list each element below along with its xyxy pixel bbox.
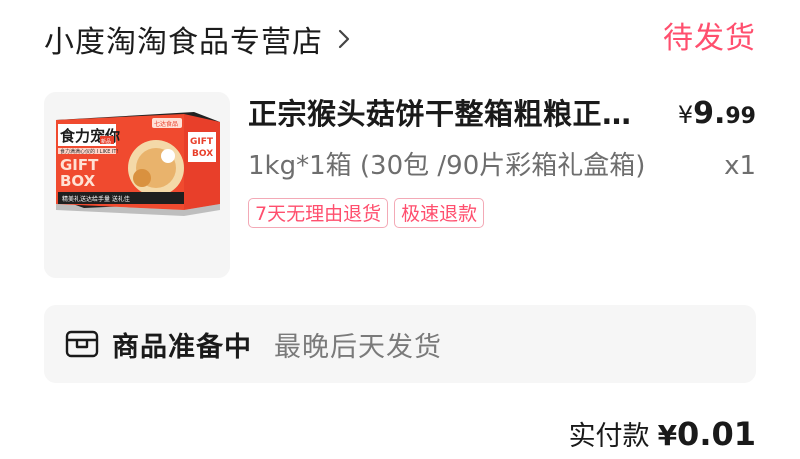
product-title[interactable]: 正宗猴头菇饼干整箱粗粮正… <box>248 92 648 136</box>
store-header[interactable]: 小度淘淘食品专营店 <box>44 18 355 60</box>
tag-7day-return: 7天无理由退货 <box>248 198 389 228</box>
thumb-subline: 食力满满心仪的 I LIKE IT! <box>60 148 118 155</box>
thumb-footer: 精美礼送达给手量 送礼佳 <box>62 195 130 203</box>
store-name[interactable]: 小度淘淘食品专营店 <box>44 17 323 61</box>
shipping-status-box[interactable]: 商品准备中 最晚后天发货 <box>44 305 756 383</box>
thumb-box: BOX <box>60 172 96 190</box>
thumb-badge: 新品 <box>101 138 111 145</box>
thumb-side-box: BOX <box>192 149 213 159</box>
order-card: 小度淘淘食品专营店 待发货 食力宠你 食力满满心仪的 I LIKE IT! GI… <box>0 0 800 457</box>
service-tags: 7天无理由退货 极速退款 <box>248 198 485 228</box>
thumb-side-gift: GIFT <box>190 137 214 147</box>
total-value: 0.01 <box>677 415 756 453</box>
price-decimal: 99 <box>725 104 756 129</box>
shipping-status-subtitle: 最晚后天发货 <box>274 331 442 363</box>
total-label: 实付款 <box>568 421 650 452</box>
package-icon <box>64 326 100 362</box>
payment-total: 实付款 ¥ 0.01 <box>569 412 756 456</box>
chevron-right-icon[interactable] <box>333 28 355 50</box>
product-thumbnail[interactable]: 食力宠你 食力满满心仪的 I LIKE IT! GIFT BOX GIFT BO… <box>44 92 230 278</box>
price-symbol: ¥ <box>677 101 694 129</box>
thumb-logo: 七达食品 <box>154 120 178 128</box>
product-quantity: x1 <box>724 151 756 181</box>
tag-fast-refund: 极速退款 <box>394 198 485 228</box>
gift-box-image: 食力宠你 食力满满心仪的 I LIKE IT! GIFT BOX GIFT BO… <box>44 92 230 278</box>
total-symbol: ¥ <box>657 419 678 452</box>
order-status: 待发货 <box>663 21 756 56</box>
price-integer: 9. <box>693 96 726 131</box>
product-spec: 1kg*1箱 (30包 /90片彩箱礼盒箱) <box>248 151 646 181</box>
product-price: ¥9.99 <box>678 92 756 136</box>
shipping-status-title: 商品准备中 <box>112 331 252 363</box>
